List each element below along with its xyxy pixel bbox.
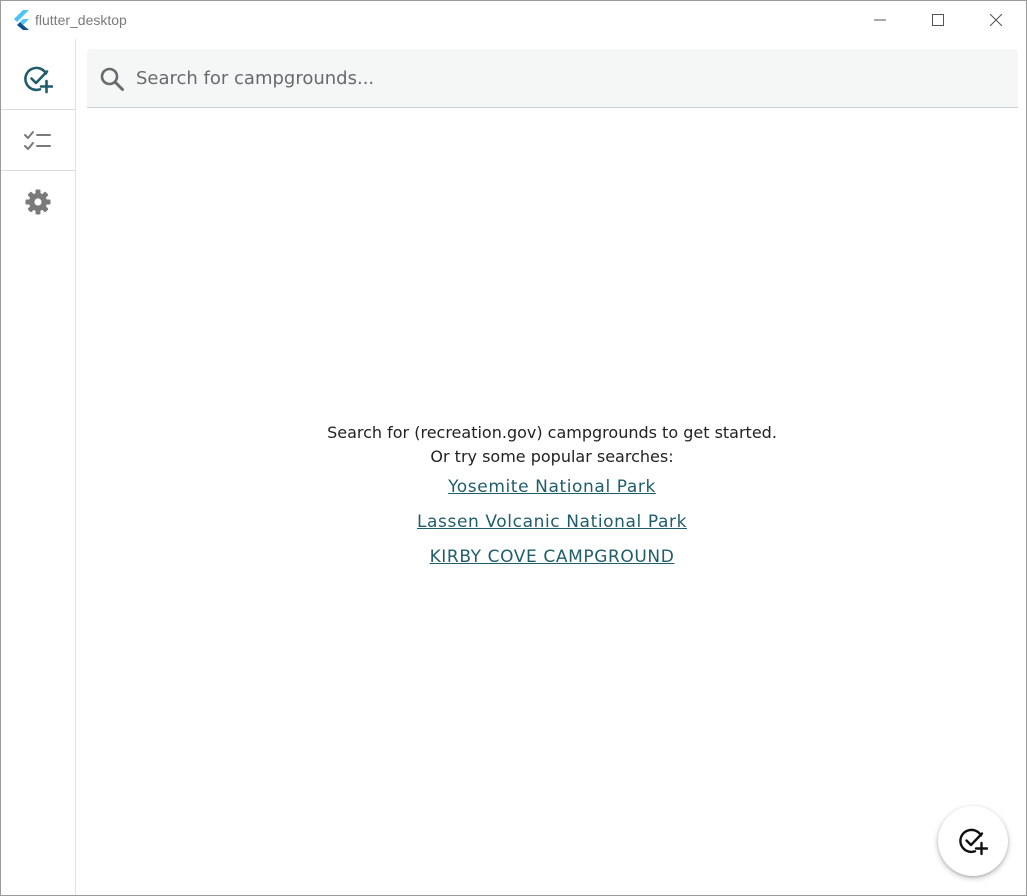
popular-search-link[interactable]: KIRBY COVE CAMPGROUND [430,545,675,569]
maximize-button[interactable] [909,1,967,39]
gear-icon [25,189,51,214]
checklist-icon [24,130,51,150]
window-title: flutter_desktop [35,12,127,28]
add-watch-fab[interactable] [938,806,1008,876]
popular-searches-heading: Or try some popular searches: [430,447,674,466]
minimize-icon [874,19,886,21]
close-button[interactable] [967,1,1025,39]
search-input[interactable] [136,57,996,99]
close-icon [990,14,1002,26]
search-icon [100,67,124,91]
check-circle-add-icon [24,66,53,93]
minimize-button[interactable] [851,1,909,39]
flutter-logo-icon [14,10,29,30]
app-window: flutter_desktop Search for campgrounds..… [0,0,1027,896]
nav-item-new-watch[interactable] [1,48,75,109]
maximize-icon [932,14,944,26]
empty-state-message: Search for (recreation.gov) campgrounds … [327,423,777,442]
nav-item-settings[interactable] [1,171,75,232]
check-circle-add-icon [959,828,988,856]
empty-state: Search for (recreation.gov) campgrounds … [77,421,1026,580]
popular-search-link[interactable]: Yosemite National Park [448,475,656,499]
nav-item-watchlist[interactable] [1,110,75,171]
popular-searches-list: Yosemite National Park Lassen Volcanic N… [77,475,1026,569]
popular-search-link[interactable]: Lassen Volcanic National Park [417,510,687,534]
navigation-rail [1,39,76,895]
search-bar[interactable] [87,49,1018,108]
title-bar[interactable]: flutter_desktop [1,1,1026,39]
